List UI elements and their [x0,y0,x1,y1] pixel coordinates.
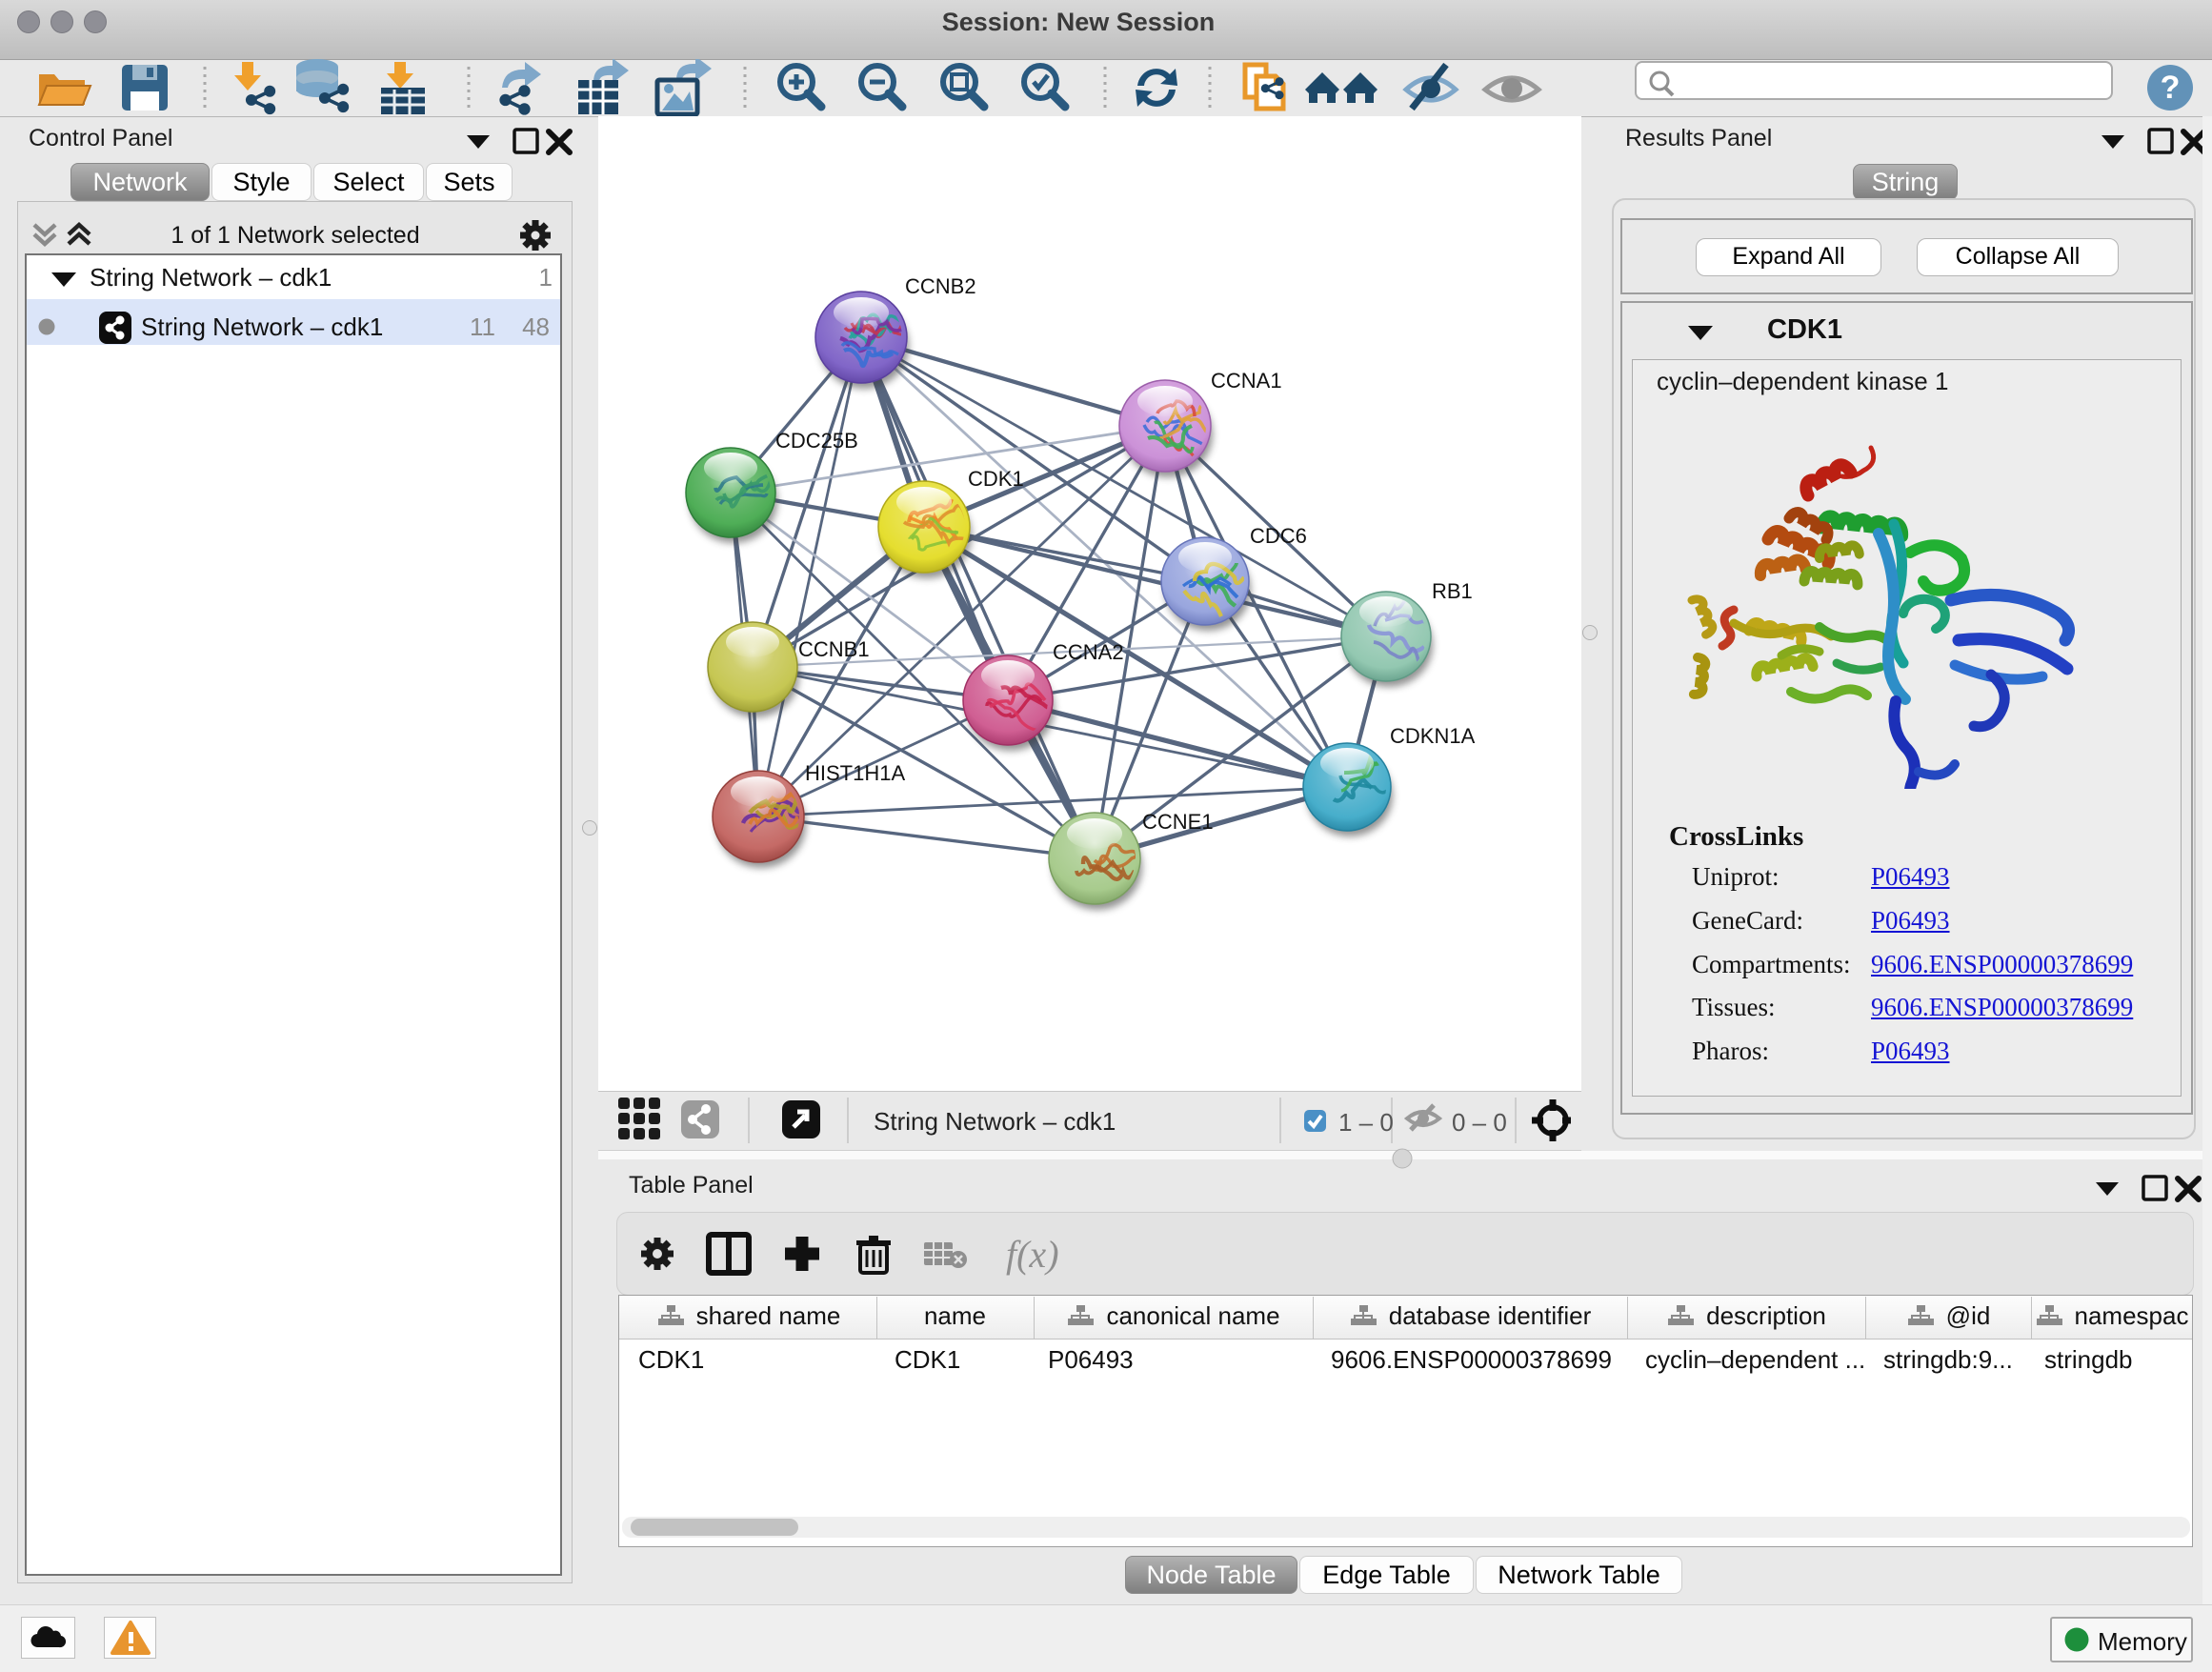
svg-text:CDC25B: CDC25B [775,429,858,453]
svg-text:f(x): f(x) [1006,1233,1059,1276]
svg-text:?: ? [2161,70,2181,106]
svg-text:RB1: RB1 [1432,579,1473,603]
svg-text:CCNB1: CCNB1 [798,637,870,661]
svg-text:CCNA2: CCNA2 [1053,640,1124,664]
svg-text:CCNE1: CCNE1 [1142,810,1214,834]
svg-text:CDK1: CDK1 [968,467,1024,491]
svg-text:CDKN1A: CDKN1A [1390,724,1476,748]
svg-text:CCNB2: CCNB2 [905,274,976,298]
svg-text:CDC6: CDC6 [1250,524,1307,548]
svg-text:CCNA1: CCNA1 [1211,369,1282,393]
svg-text:HIST1H1A: HIST1H1A [805,761,905,785]
